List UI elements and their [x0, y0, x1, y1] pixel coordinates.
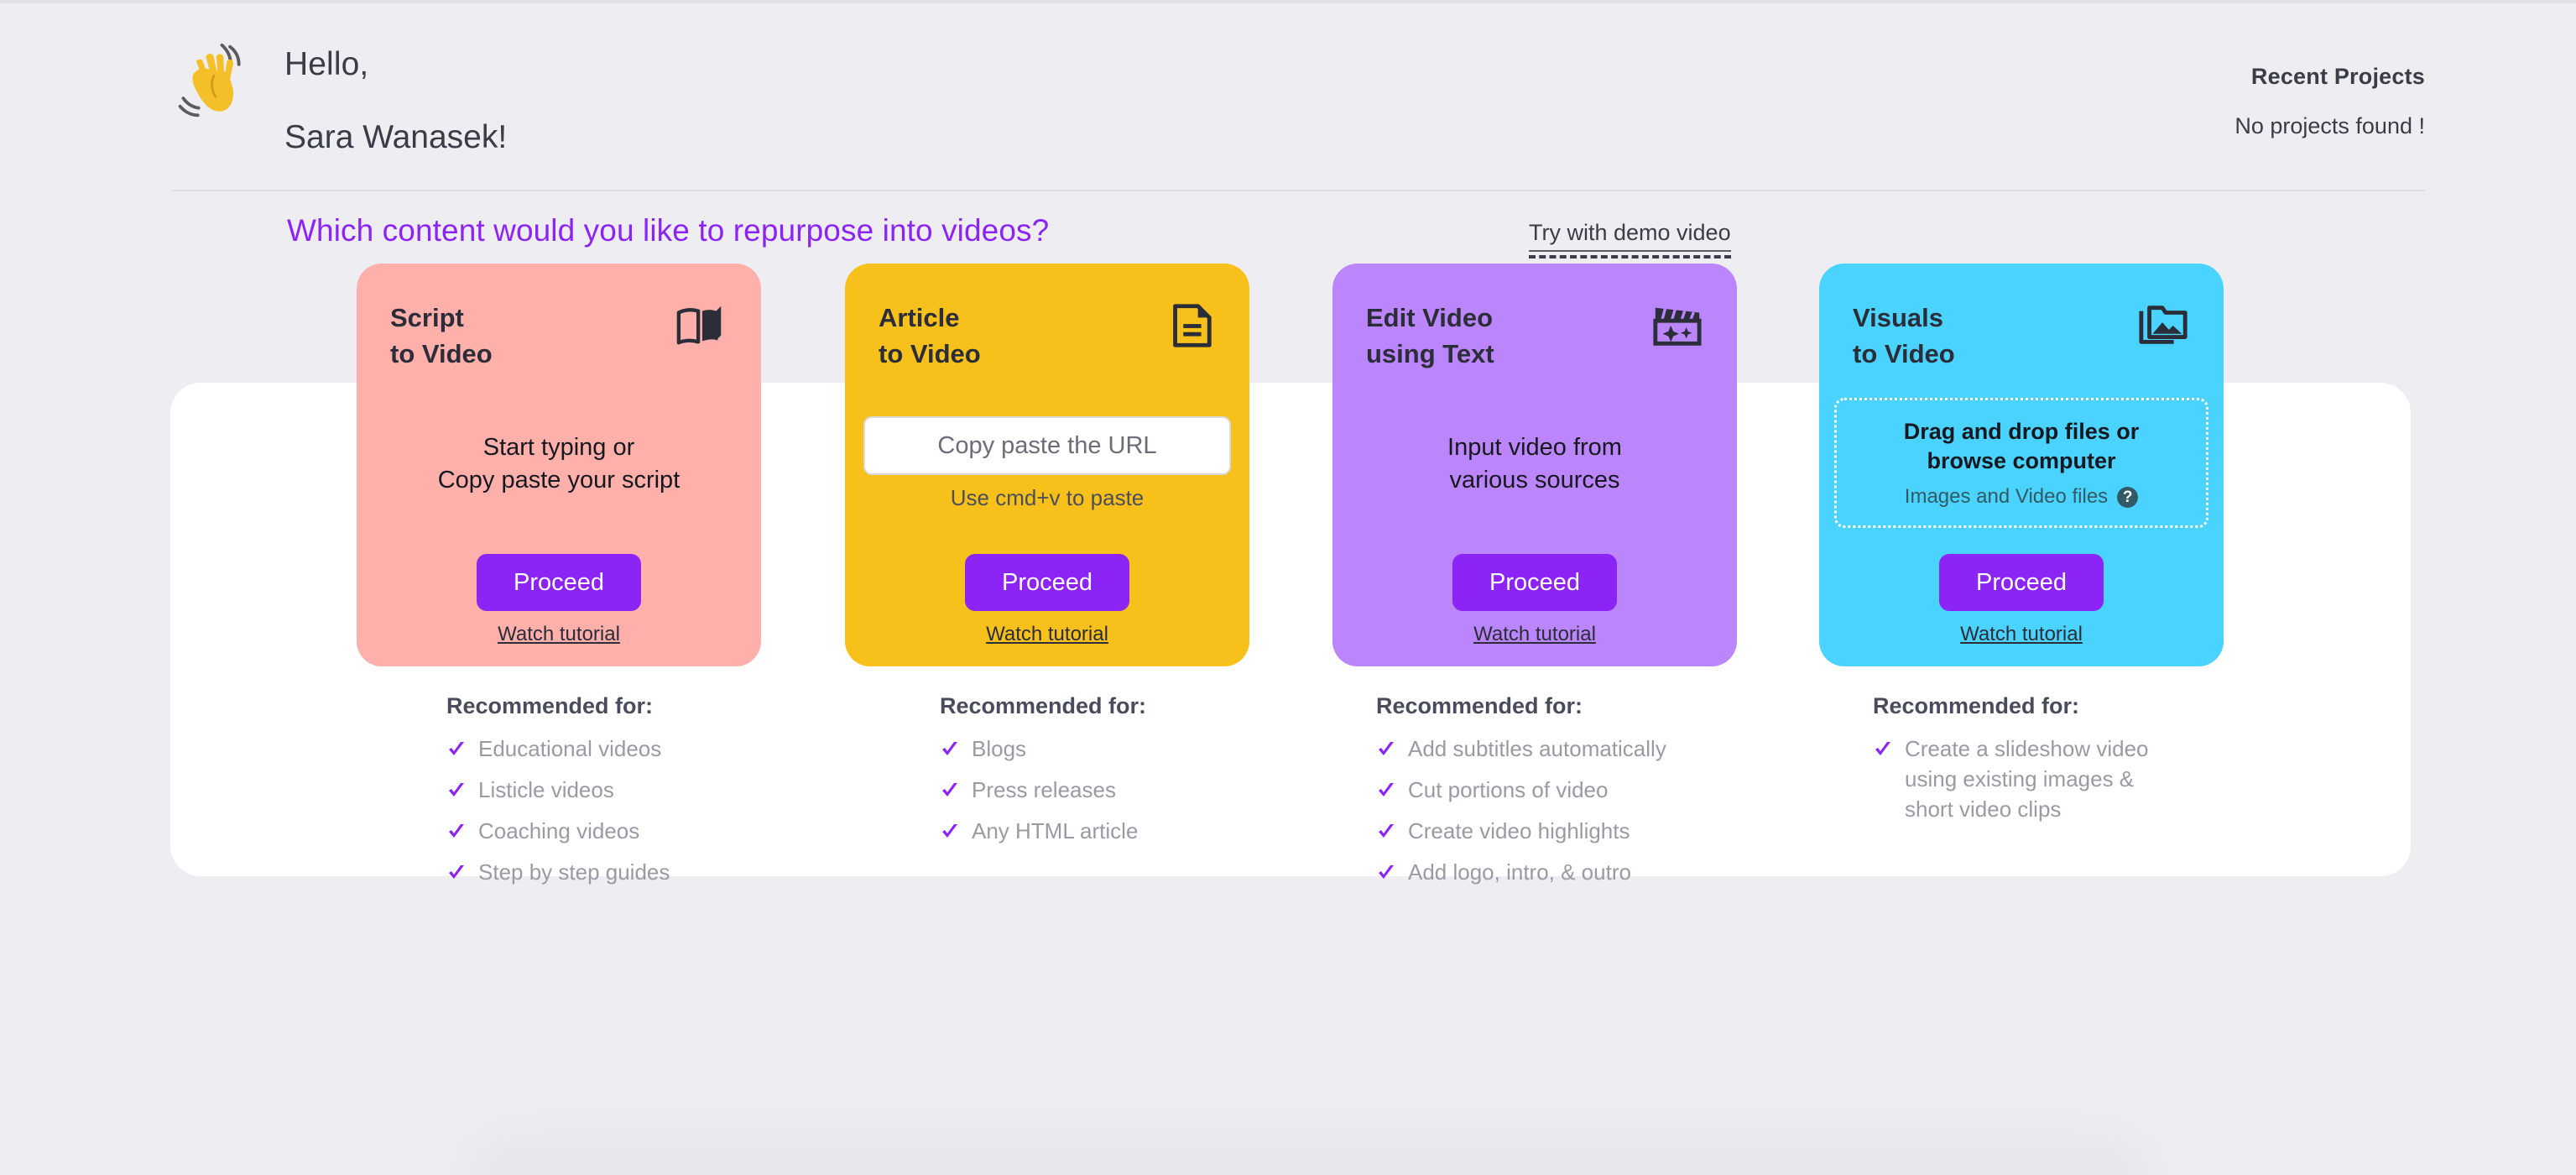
url-input[interactable] [863, 416, 1231, 475]
card-article-to-video[interactable]: Article to Video Use cmd+v to paste Proc… [845, 264, 1249, 666]
card-body-text: Input video from various sources [1447, 434, 1622, 494]
bottom-shadow-decoration [470, 1135, 2148, 1175]
help-icon[interactable]: ? [2117, 486, 2139, 508]
recommended-title: Recommended for: [1873, 693, 2080, 718]
list-item: Add subtitles automatically [1376, 734, 1779, 765]
try-demo-video-link[interactable]: Try with demo video [1529, 220, 1731, 258]
recommended-item-label: Add subtitles automatically [1408, 736, 1666, 761]
recent-projects-panel: Recent Projects No projects found ! [2234, 64, 2425, 139]
card-title: Visuals to Video [1853, 303, 1955, 368]
recent-projects-title: Recent Projects [2250, 64, 2425, 89]
proceed-button[interactable]: Proceed [1452, 554, 1617, 611]
watch-tutorial-link[interactable]: Watch tutorial [1960, 623, 2083, 646]
watch-tutorial-link[interactable]: Watch tutorial [1473, 623, 1596, 646]
document-icon [1173, 304, 1212, 347]
app-root: Hello, Sara Wanasek! Recent Projects No … [0, 0, 2576, 1175]
page-title: Which content would you like to repurpos… [287, 213, 1050, 248]
card-edit-video-using-text[interactable]: Edit Video using Text Input video from v… [1332, 264, 1737, 666]
clapperboard-sparkle-icon [1653, 307, 1702, 346]
list-item: Create video highlights [1376, 817, 1779, 847]
list-item: Create a slideshow video using existing … [1873, 734, 2276, 825]
recommended-item-label: Coaching videos [478, 817, 640, 843]
recommended-item-label: Listicle videos [478, 776, 614, 802]
recommended-item-label: Cut portions of video [1408, 776, 1609, 802]
recommended-list-visuals: Recommended for: Create a slideshow vide… [1873, 693, 2276, 836]
card-title: Article to Video [879, 303, 981, 368]
recommended-item-label: Any HTML article [972, 817, 1139, 843]
recommended-item-label: Blogs [972, 736, 1027, 761]
recommended-title: Recommended for: [1376, 693, 1583, 718]
recommended-title: Recommended for: [940, 693, 1147, 718]
dropzone-sub-text: Images and Video files [1904, 485, 2109, 509]
recommended-list-edit-video: Recommended for: Add subtitles automatic… [1376, 693, 1779, 899]
file-dropzone[interactable]: Drag and drop files or browse computer I… [1834, 398, 2208, 528]
card-visuals-to-video[interactable]: Visuals to Video Drag and drop files or … [1819, 264, 2224, 666]
check-icon [942, 823, 957, 838]
check-icon [449, 782, 464, 796]
check-icon [1875, 742, 1890, 755]
recommended-list-article: Recommended for: Blogs Press releases An… [940, 693, 1343, 858]
watch-tutorial-link[interactable]: Watch tutorial [498, 623, 620, 646]
check-icon [1379, 864, 1394, 879]
open-book-icon [676, 306, 722, 345]
card-title: Edit Video using Text [1366, 303, 1494, 368]
recommended-item-label: Educational videos [478, 736, 662, 761]
list-item: Blogs [940, 734, 1343, 765]
recommended-item-label: Press releases [972, 776, 1116, 802]
check-icon [942, 742, 957, 755]
check-icon [1379, 742, 1394, 755]
page-header: Hello, Sara Wanasek! Recent Projects No … [172, 24, 2425, 171]
list-item: Educational videos [446, 734, 849, 765]
greeting-block: Hello, Sara Wanasek! [172, 24, 2425, 156]
recommended-item-label: Create video highlights [1408, 817, 1630, 843]
recommended-list-script: Recommended for: Educational videos List… [446, 693, 849, 899]
recommended-item-label: Step by step guides [478, 859, 670, 885]
greeting-hello: Hello, [284, 46, 369, 82]
recommended-item-label: Add logo, intro, & outro [1408, 859, 1631, 885]
check-icon [1379, 782, 1394, 796]
proceed-button[interactable]: Proceed [477, 554, 641, 611]
list-item: Coaching videos [446, 817, 849, 847]
dropzone-main-text: Drag and drop files or browse computer [1903, 418, 2140, 473]
list-item: Press releases [940, 776, 1343, 806]
card-body-text: Start typing or Copy paste your script [437, 434, 681, 494]
proceed-button[interactable]: Proceed [965, 554, 1129, 611]
waving-hand-icon [178, 43, 241, 118]
paste-hint-text: Use cmd+v to paste [950, 485, 1145, 510]
check-icon [449, 742, 464, 755]
dropzone-sub-row: Images and Video files ? [1904, 485, 2139, 509]
recommended-title: Recommended for: [446, 693, 654, 718]
card-title: Script to Video [390, 303, 493, 368]
recommended-item-label: Create a slideshow video using existing … [1905, 736, 2149, 822]
watch-tutorial-link[interactable]: Watch tutorial [986, 623, 1108, 646]
check-icon [449, 864, 464, 879]
recent-projects-empty-message: No projects found ! [2234, 113, 2425, 138]
check-icon [1379, 823, 1394, 838]
greeting-user-name: Sara Wanasek! [284, 118, 508, 155]
list-item: Add logo, intro, & outro [1376, 858, 1779, 888]
card-header: Visuals to Video [1853, 300, 2190, 373]
photo-folder-icon [2139, 306, 2188, 344]
proceed-button[interactable]: Proceed [1939, 554, 2104, 611]
list-item: Any HTML article [940, 817, 1343, 847]
list-item: Listicle videos [446, 776, 849, 806]
check-icon [449, 823, 464, 838]
header-divider [172, 190, 2425, 191]
list-item: Cut portions of video [1376, 776, 1779, 806]
card-header: Edit Video using Text [1366, 300, 1703, 373]
card-script-to-video[interactable]: Script to Video Start typing or Copy pas… [357, 264, 761, 666]
check-icon [942, 782, 957, 796]
greeting-text: Hello, Sara Wanasek! [284, 24, 507, 156]
list-item: Step by step guides [446, 858, 849, 888]
card-header: Script to Video [390, 300, 727, 373]
card-header: Article to Video [879, 300, 1216, 373]
